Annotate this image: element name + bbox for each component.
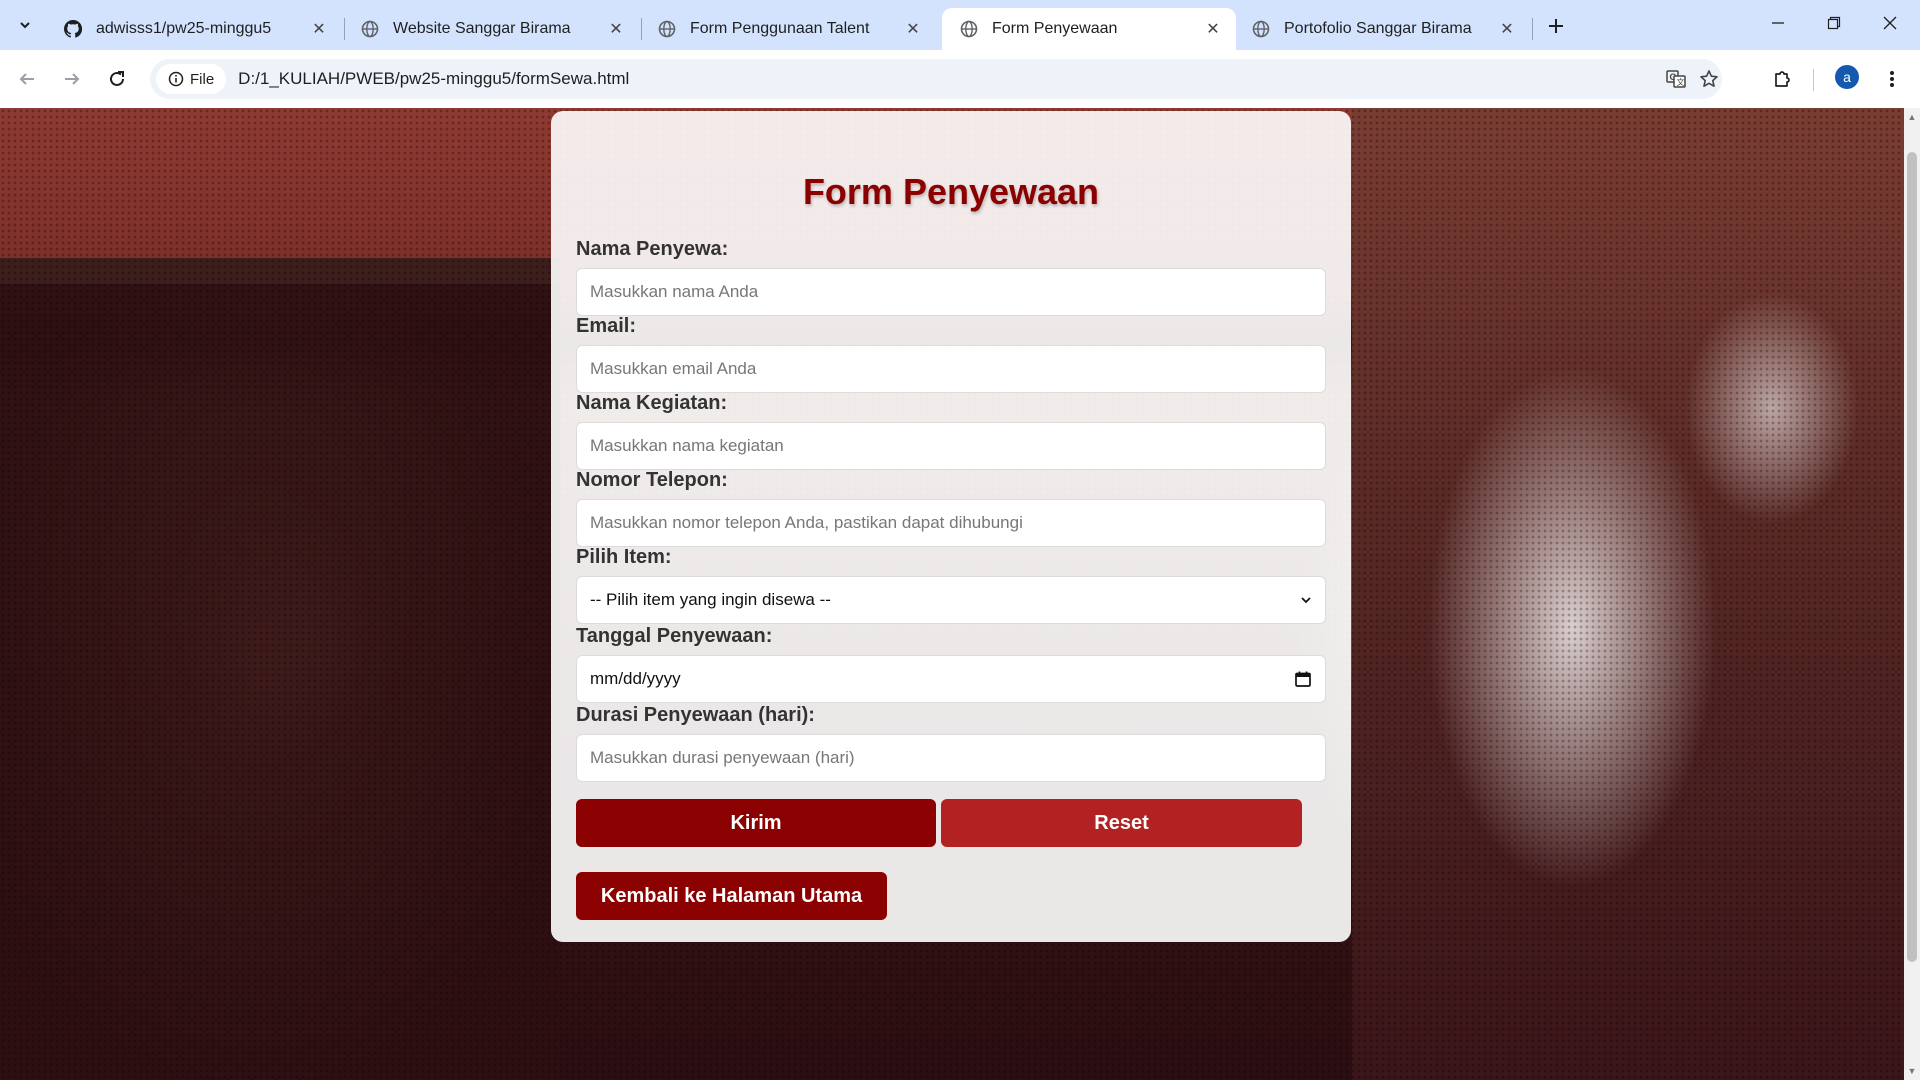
chevron-down-icon [1301,597,1311,604]
minimize-icon [1772,22,1784,24]
close-tab-icon[interactable]: ✕ [1498,20,1516,38]
menu-button[interactable] [1877,64,1907,94]
field-tanggal-penyewaan: Tanggal Penyewaan: mm/dd/yyyy [576,625,1326,703]
close-tab-icon[interactable]: ✕ [904,20,922,38]
plus-icon [1549,19,1563,33]
nama-input[interactable]: Masukkan nama Anda [576,268,1326,316]
address-bar[interactable]: File D:/1_KULIAH/PWEB/pw25-minggu5/formS… [150,59,1722,99]
globe-icon [1252,20,1270,38]
tanggal-label: Tanggal Penyewaan: [576,625,773,647]
tab-title: adwisss1/pw25-minggu5 [96,20,272,37]
field-nomor-telepon: Nomor Telepon: Masukkan nomor telepon An… [576,469,1326,547]
tab-website-sanggar-birama[interactable]: Website Sanggar Birama ✕ [343,8,639,50]
tab-title: Form Penggunaan Talent [690,20,870,37]
chevron-down-icon [20,22,30,29]
scheme-label: File [190,70,215,88]
tab-portofolio-sanggar-birama[interactable]: Portofolio Sanggar Birama ✕ [1234,8,1530,50]
puzzle-icon [1775,71,1790,87]
restore-icon [1827,16,1841,30]
tab-form-penyewaan[interactable]: Form Penyewaan ✕ [942,8,1236,50]
info-icon [168,71,184,87]
nama-label: Nama Penyewa: [576,238,729,260]
close-tab-icon[interactable]: ✕ [607,20,625,38]
minimize-button[interactable] [1758,8,1798,38]
globe-icon [960,20,978,38]
durasi-label: Durasi Penyewaan (hari): [576,704,815,726]
tab-strip: adwisss1/pw25-minggu5 ✕ Website Sanggar … [0,0,1920,50]
tab-separator [1532,18,1533,40]
field-nama-kegiatan: Nama Kegiatan: Masukkan nama kegiatan [576,392,1326,470]
kegiatan-label: Nama Kegiatan: [576,392,728,414]
globe-icon [658,20,676,38]
durasi-input[interactable]: Masukkan durasi penyewaan (hari) [576,734,1326,782]
vertical-scrollbar[interactable]: ▲ ▼ [1904,108,1920,1080]
new-tab-button[interactable] [1543,13,1569,39]
page-viewport: Form Penyewaan Nama Penyewa: Masukkan na… [0,108,1904,1080]
tab-title: Website Sanggar Birama [393,20,571,37]
kegiatan-input[interactable]: Masukkan nama kegiatan [576,422,1326,470]
tab-search-button[interactable] [10,10,40,40]
scroll-up-icon[interactable]: ▲ [1904,110,1920,124]
translate-icon: G文 [1666,70,1686,88]
profile-avatar[interactable]: a [1835,65,1859,89]
tab-title: Form Penyewaan [992,20,1118,37]
field-durasi-penyewaan: Durasi Penyewaan (hari): Masukkan durasi… [576,704,1326,782]
tab-form-penggunaan-talent[interactable]: Form Penggunaan Talent ✕ [640,8,936,50]
field-pilih-item: Pilih Item: -- Pilih item yang ingin dis… [576,546,1326,624]
site-info-chip[interactable]: File [156,64,227,94]
restore-button[interactable] [1814,8,1854,38]
svg-text:文: 文 [1677,77,1685,87]
bookmark-button[interactable] [1695,65,1723,93]
item-select[interactable]: -- Pilih item yang ingin disewa -- [576,576,1326,624]
globe-icon [361,20,379,38]
back-to-home-button[interactable]: Kembali ke Halaman Utama [576,872,887,920]
item-select-value: -- Pilih item yang ingin disewa -- [590,590,831,609]
form-title: Form Penyewaan [802,171,1100,212]
translate-button[interactable]: G文 [1662,65,1690,93]
scrollbar-thumb[interactable] [1907,152,1917,962]
telepon-input[interactable]: Masukkan nomor telepon Anda, pastikan da… [576,499,1326,547]
tab-title: Portofolio Sanggar Birama [1284,20,1472,37]
rental-form-card: Form Penyewaan Nama Penyewa: Masukkan na… [551,111,1351,942]
email-input[interactable]: Masukkan email Anda [576,345,1326,393]
close-tab-icon[interactable]: ✕ [310,20,328,38]
toolbar-divider [1813,69,1814,91]
submit-button[interactable]: Kirim [576,799,936,847]
telepon-label: Nomor Telepon: [576,469,728,491]
item-label: Pilih Item: [576,546,672,568]
back-button[interactable] [12,64,42,94]
field-nama-penyewa: Nama Penyewa: Masukkan nama Anda [576,238,1326,316]
forward-button[interactable] [57,64,87,94]
close-icon [1883,16,1897,30]
tanggal-value: mm/dd/yyyy [590,669,681,688]
reload-icon [110,71,124,86]
tanggal-input[interactable]: mm/dd/yyyy [576,655,1326,703]
email-label: Email: [576,315,637,337]
arrow-left-icon [19,73,34,85]
field-email: Email: Masukkan email Anda [576,315,1326,393]
close-window-button[interactable] [1870,8,1910,38]
scroll-down-icon[interactable]: ▼ [1904,1064,1920,1078]
calendar-icon[interactable] [1294,670,1312,688]
star-icon [1700,70,1718,87]
reload-button[interactable] [102,64,132,94]
arrow-right-icon [65,73,80,85]
browser-toolbar: File D:/1_KULIAH/PWEB/pw25-minggu5/formS… [0,50,1920,108]
github-icon [64,20,82,38]
more-vert-icon [1890,71,1894,87]
reset-button[interactable]: Reset [941,799,1302,847]
url-text[interactable]: D:/1_KULIAH/PWEB/pw25-minggu5/formSewa.h… [238,69,629,89]
extensions-button[interactable] [1767,64,1797,94]
tab-github[interactable]: adwisss1/pw25-minggu5 ✕ [46,8,342,50]
close-tab-icon[interactable]: ✕ [1204,20,1222,38]
